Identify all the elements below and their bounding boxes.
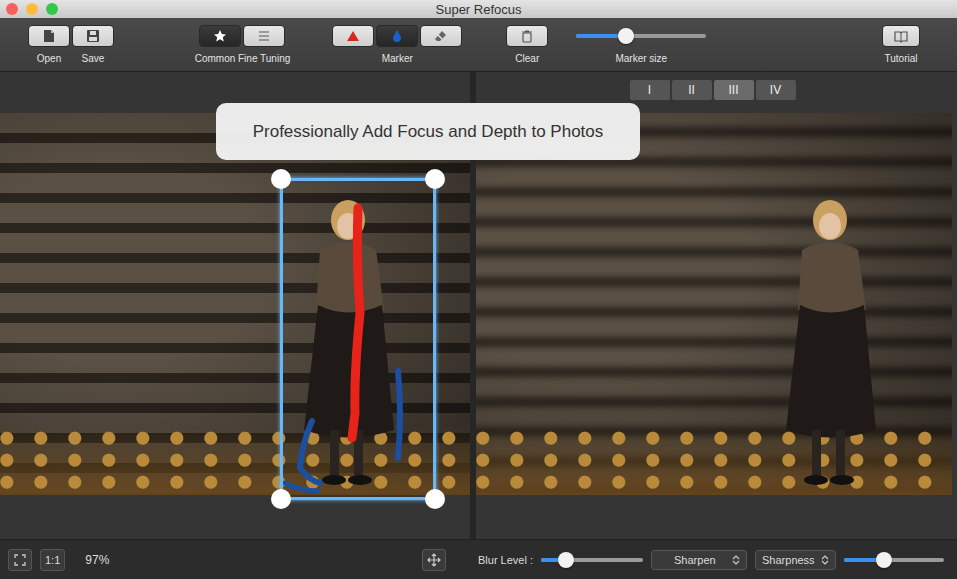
toolbar-label: Tutorial <box>880 53 922 64</box>
move-button[interactable] <box>422 549 446 571</box>
slider-knob[interactable] <box>876 552 892 568</box>
red-triangle-icon <box>346 29 360 43</box>
resize-handle[interactable] <box>271 489 291 509</box>
app-window: Super Refocus OpenSave CommonFine Tuning… <box>0 0 957 579</box>
status-bar: 1:1 97% Blur Level : Sharpen Sharpness <box>0 539 957 579</box>
fine-tuning-button[interactable] <box>243 25 285 47</box>
preview-tab[interactable]: IV <box>756 80 796 100</box>
toolbar-label: Common <box>194 53 236 64</box>
blue-drop-icon <box>390 29 404 43</box>
filter-select[interactable]: Sharpen <box>651 550 747 570</box>
updown-icon <box>821 554 829 566</box>
slider-knob[interactable] <box>618 28 634 44</box>
close-button[interactable] <box>6 3 18 15</box>
toolbar-label: Marker <box>376 53 418 64</box>
marker-strokes <box>0 113 470 495</box>
open-icon <box>42 29 56 43</box>
blur-level-slider[interactable] <box>541 552 643 568</box>
toolbar: OpenSave CommonFine Tuning Marker Clear … <box>0 18 957 72</box>
open-button[interactable] <box>28 25 70 47</box>
resize-handle[interactable] <box>271 169 291 189</box>
slider-knob[interactable] <box>558 552 574 568</box>
minimize-button[interactable] <box>26 3 38 15</box>
toolbar-label: Fine Tuning <box>238 53 290 64</box>
book-icon <box>894 29 908 43</box>
girl-figure <box>772 190 882 490</box>
fit-button[interactable] <box>8 549 32 571</box>
toolbar-label: Open <box>28 53 70 64</box>
source-photo[interactable] <box>0 113 470 495</box>
preview-tab[interactable]: III <box>714 80 754 100</box>
floppy-icon <box>86 29 100 43</box>
save-button[interactable] <box>72 25 114 47</box>
selection-box[interactable] <box>280 178 436 500</box>
preview-tab[interactable]: I <box>630 80 670 100</box>
move-arrows-icon <box>427 553 441 567</box>
toolbar-label: Clear <box>506 53 548 64</box>
toolbar-label: Marker size <box>615 53 667 64</box>
window-title: Super Refocus <box>436 2 522 17</box>
eraser-icon <box>434 29 448 43</box>
sharpness-slider[interactable] <box>844 552 944 568</box>
star-icon <box>213 29 227 43</box>
preview-tab[interactable]: II <box>672 80 712 100</box>
preview-photo <box>476 113 952 495</box>
zoom-level: 97% <box>85 553 109 567</box>
slider-track <box>541 558 643 562</box>
common-button[interactable] <box>199 25 241 47</box>
tooltip: Professionally Add Focus and Depth to Ph… <box>216 103 640 160</box>
resize-handle[interactable] <box>425 169 445 189</box>
clear-button[interactable] <box>506 25 548 47</box>
workspace: IIIIIIIV Professionally Add Focus and De… <box>0 72 957 539</box>
title-bar: Super Refocus <box>0 0 957 18</box>
sliders-icon <box>257 29 271 43</box>
actual-size-button[interactable]: 1:1 <box>40 549 65 571</box>
eraser-button[interactable] <box>420 25 462 47</box>
marker-size-slider[interactable] <box>576 28 706 44</box>
slider-track <box>844 558 944 562</box>
toolbar-label: Save <box>72 53 114 64</box>
amount-select[interactable]: Sharpness <box>755 550 836 570</box>
background-marker-button[interactable] <box>376 25 418 47</box>
resize-handle[interactable] <box>425 489 445 509</box>
slider-track <box>576 34 706 38</box>
trash-icon <box>520 29 534 43</box>
fit-screen-icon <box>14 554 26 566</box>
updown-icon <box>732 554 740 566</box>
foreground-marker-button[interactable] <box>332 25 374 47</box>
zoom-button[interactable] <box>46 3 58 15</box>
blur-level-label: Blur Level : <box>478 554 533 566</box>
tutorial-button[interactable] <box>882 25 920 47</box>
